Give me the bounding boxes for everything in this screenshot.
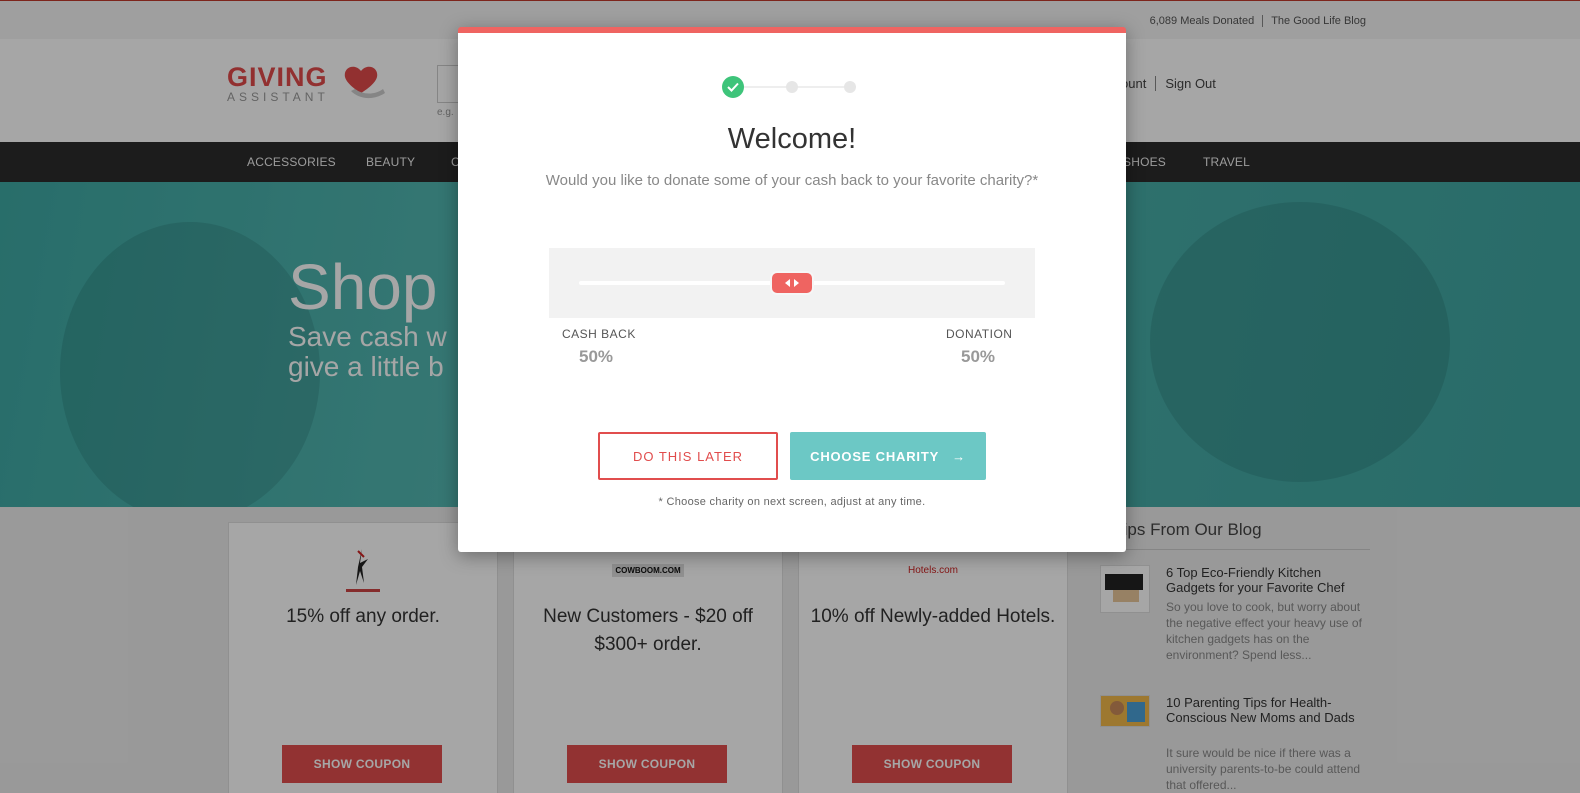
modal-title: Welcome! [727, 123, 857, 155]
donation-slider [549, 248, 1035, 318]
arrow-left-icon [785, 279, 790, 287]
step-dot [786, 81, 798, 93]
step-connector [798, 86, 844, 88]
step-complete-check-icon [722, 76, 744, 98]
modal-footnote: * Choose charity on next screen, adjust … [658, 496, 926, 508]
do-this-later-button[interactable]: DO THIS LATER [598, 432, 778, 480]
choose-charity-label: CHOOSE CHARITY [810, 448, 939, 464]
arrow-right-icon [794, 279, 799, 287]
cash-back-value: 50% [579, 347, 614, 366]
slider-handle[interactable] [770, 271, 814, 295]
donation-label: DONATION [946, 327, 1013, 341]
choose-charity-button[interactable]: CHOOSE CHARITY → [790, 432, 986, 480]
arrow-right-icon: → [943, 448, 966, 464]
welcome-modal: Welcome! Would you like to donate some o… [458, 27, 1126, 552]
step-dot [844, 81, 856, 93]
cash-back-label: CASH BACK [562, 327, 636, 341]
donation-value: 50% [961, 347, 996, 366]
modal-subtitle: Would you like to donate some of your ca… [545, 172, 1039, 189]
step-progress [722, 76, 862, 98]
step-connector [744, 86, 786, 88]
